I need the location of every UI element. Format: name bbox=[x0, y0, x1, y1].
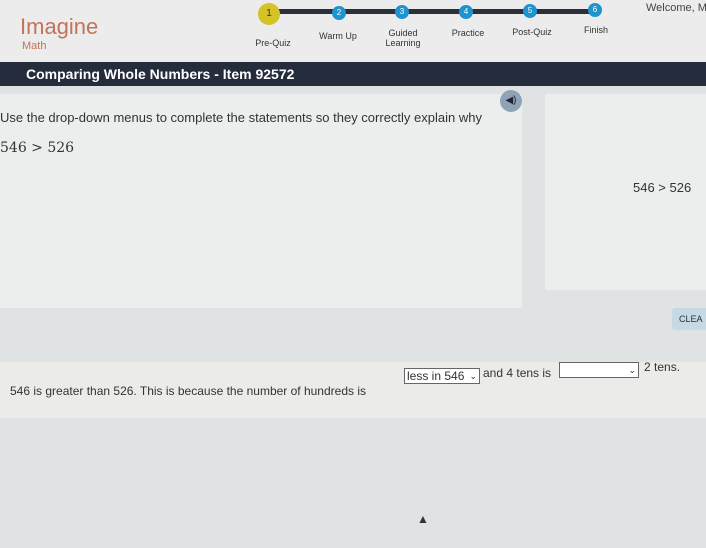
progress-track bbox=[268, 9, 598, 14]
logo: Imagine bbox=[20, 14, 99, 39]
step-label-post-quiz: Post-Quiz bbox=[512, 27, 552, 37]
step-label-practice: Practice bbox=[451, 28, 485, 38]
step-2[interactable]: 2 bbox=[332, 6, 346, 20]
answer-text-2: and 4 tens is bbox=[483, 366, 552, 380]
clear-button[interactable]: CLEA bbox=[672, 308, 706, 330]
answer-text-3: 2 tens. bbox=[644, 360, 681, 374]
step-5[interactable]: 5 bbox=[523, 4, 537, 18]
question-instruction: Use the drop-down menus to complete the … bbox=[0, 110, 482, 125]
answer-row: 546 is greater than 526. This is because… bbox=[0, 360, 706, 418]
step-4[interactable]: 4 bbox=[459, 5, 473, 19]
title-bar: Comparing Whole Numbers - Item 92572 bbox=[0, 62, 706, 86]
step-1[interactable]: 1 bbox=[258, 3, 280, 25]
step-label-guided-learning: Guided Learning bbox=[385, 28, 421, 48]
comparison-expression: 546 > 526 bbox=[633, 180, 692, 195]
chevron-down-icon: ⌄ bbox=[469, 371, 477, 381]
question-panel: Use the drop-down menus to complete the … bbox=[0, 94, 522, 308]
question-expression: 546 > 526 bbox=[0, 140, 75, 156]
step-3[interactable]: 3 bbox=[395, 5, 409, 19]
step-label-pre-quiz: Pre-Quiz bbox=[255, 38, 291, 48]
hundreds-dropdown-value: less in 546 bbox=[407, 369, 465, 383]
work-panel: 546 > 526 bbox=[545, 94, 706, 290]
step-label-finish: Finish bbox=[583, 25, 608, 35]
mouse-cursor-icon: ▲ bbox=[417, 512, 429, 526]
chevron-down-icon: ⌄ bbox=[628, 365, 636, 375]
hundreds-dropdown[interactable]: less in 546 ⌄ bbox=[404, 368, 480, 384]
speaker-icon[interactable]: ◀) bbox=[500, 90, 522, 112]
step-6[interactable]: 6 bbox=[588, 3, 602, 17]
header: Imagine Math 1 2 3 4 5 6 Pre-Quiz Warm U… bbox=[0, 0, 706, 62]
tens-dropdown[interactable]: ⌄ bbox=[559, 362, 639, 378]
logo-subtitle: Math bbox=[22, 40, 47, 52]
step-label-warm-up: Warm Up bbox=[319, 31, 357, 41]
welcome-text: Welcome, M bbox=[646, 2, 706, 14]
answer-text-1: 546 is greater than 526. This is because… bbox=[10, 384, 366, 398]
page-title: Comparing Whole Numbers - Item 92572 bbox=[26, 66, 295, 82]
